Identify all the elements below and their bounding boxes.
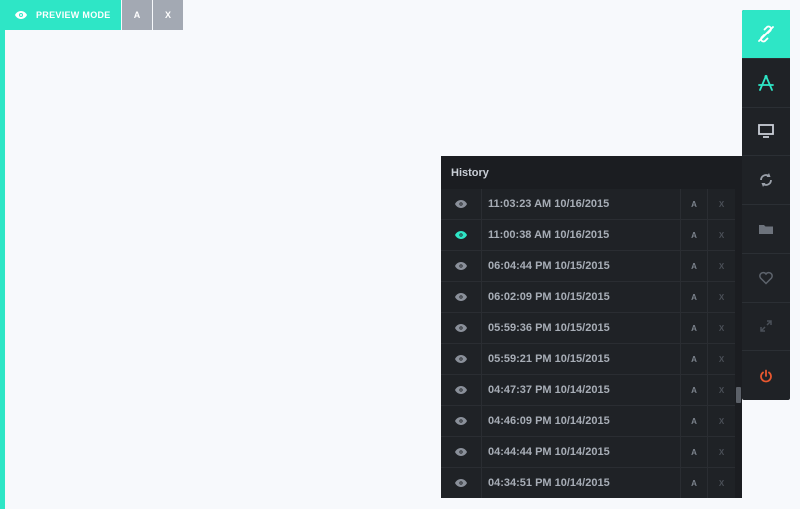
tool-sync[interactable] bbox=[742, 156, 790, 205]
preview-mode-button[interactable]: PREVIEW MODE bbox=[5, 0, 121, 30]
compass-icon bbox=[758, 74, 774, 91]
history-row[interactable]: 06:04:44 PM 10/15/2015 A X bbox=[441, 251, 735, 282]
history-preview-button[interactable] bbox=[441, 220, 482, 250]
history-preview-button[interactable] bbox=[441, 282, 482, 312]
history-timestamp: 04:46:09 PM 10/14/2015 bbox=[482, 406, 681, 436]
tool-unlink[interactable] bbox=[742, 10, 790, 59]
heart-icon bbox=[759, 271, 773, 285]
eye-icon bbox=[455, 200, 467, 208]
history-row[interactable]: 04:46:09 PM 10/14/2015 A X bbox=[441, 406, 735, 437]
history-preview-button[interactable] bbox=[441, 189, 482, 219]
folder-icon bbox=[759, 224, 773, 234]
eye-icon bbox=[455, 324, 467, 332]
eye-icon bbox=[455, 262, 467, 270]
history-a-button[interactable]: A bbox=[681, 189, 708, 219]
history-row[interactable]: 11:00:38 AM 10/16/2015 A X bbox=[441, 220, 735, 251]
history-timestamp: 11:00:38 AM 10/16/2015 bbox=[482, 220, 681, 250]
preview-mode-label: PREVIEW MODE bbox=[36, 10, 111, 20]
history-a-button[interactable]: A bbox=[681, 344, 708, 374]
history-preview-button[interactable] bbox=[441, 468, 482, 498]
monitor-icon bbox=[758, 124, 774, 139]
history-delete-button[interactable]: X bbox=[708, 189, 735, 219]
history-preview-button[interactable] bbox=[441, 406, 482, 436]
history-a-button[interactable]: A bbox=[681, 468, 708, 498]
tool-expand[interactable] bbox=[742, 303, 790, 352]
history-a-button[interactable]: A bbox=[681, 220, 708, 250]
eye-icon bbox=[455, 417, 467, 425]
history-row[interactable]: 04:44:44 PM 10/14/2015 A X bbox=[441, 437, 735, 468]
history-scroll-thumb[interactable] bbox=[736, 387, 741, 403]
preview-close-button[interactable]: X bbox=[153, 0, 183, 30]
preview-bar: PREVIEW MODE A X bbox=[5, 0, 183, 30]
history-delete-button[interactable]: X bbox=[708, 344, 735, 374]
history-row[interactable]: 04:34:51 PM 10/14/2015 A X bbox=[441, 468, 735, 498]
history-preview-button[interactable] bbox=[441, 375, 482, 405]
history-title: History bbox=[451, 166, 489, 179]
history-a-button[interactable]: A bbox=[681, 437, 708, 467]
history-delete-button[interactable]: X bbox=[708, 313, 735, 343]
history-delete-button[interactable]: X bbox=[708, 406, 735, 436]
history-delete-button[interactable]: X bbox=[708, 468, 735, 498]
preview-a-button[interactable]: A bbox=[122, 0, 152, 30]
history-preview-button[interactable] bbox=[441, 344, 482, 374]
eye-icon bbox=[15, 11, 27, 19]
history-a-button[interactable]: A bbox=[681, 406, 708, 436]
history-preview-button[interactable] bbox=[441, 437, 482, 467]
history-a-button[interactable]: A bbox=[681, 375, 708, 405]
expand-icon bbox=[760, 320, 772, 333]
eye-icon bbox=[455, 231, 467, 239]
history-row[interactable]: 11:03:23 AM 10/16/2015 A X bbox=[441, 189, 735, 220]
left-accent-bar bbox=[0, 0, 5, 509]
history-delete-button[interactable]: X bbox=[708, 220, 735, 250]
history-row[interactable]: 05:59:21 PM 10/15/2015 A X bbox=[441, 344, 735, 375]
history-scrollbar[interactable] bbox=[735, 189, 742, 498]
tool-heart[interactable] bbox=[742, 254, 790, 303]
eye-icon bbox=[455, 386, 467, 394]
right-toolbar bbox=[742, 10, 790, 400]
history-delete-button[interactable]: X bbox=[708, 251, 735, 281]
history-a-button[interactable]: A bbox=[681, 282, 708, 312]
history-timestamp: 06:02:09 PM 10/15/2015 bbox=[482, 282, 681, 312]
history-timestamp: 06:04:44 PM 10/15/2015 bbox=[482, 251, 681, 281]
history-timestamp: 11:03:23 AM 10/16/2015 bbox=[482, 189, 681, 219]
tool-folder[interactable] bbox=[742, 205, 790, 254]
history-row[interactable]: 05:59:36 PM 10/15/2015 A X bbox=[441, 313, 735, 344]
history-delete-button[interactable]: X bbox=[708, 437, 735, 467]
history-timestamp: 05:59:36 PM 10/15/2015 bbox=[482, 313, 681, 343]
history-timestamp: 05:59:21 PM 10/15/2015 bbox=[482, 344, 681, 374]
history-panel: History 11:03:23 AM 10/16/2015 A X 11:00:38… bbox=[441, 156, 742, 498]
history-delete-button[interactable]: X bbox=[708, 375, 735, 405]
history-row[interactable]: 04:47:37 PM 10/14/2015 A X bbox=[441, 375, 735, 406]
eye-icon bbox=[455, 293, 467, 301]
sync-icon bbox=[760, 173, 772, 188]
tool-compass[interactable] bbox=[742, 59, 790, 108]
eye-icon bbox=[455, 479, 467, 487]
history-a-button[interactable]: A bbox=[681, 313, 708, 343]
history-timestamp: 04:34:51 PM 10/14/2015 bbox=[482, 468, 681, 498]
history-timestamp: 04:47:37 PM 10/14/2015 bbox=[482, 375, 681, 405]
history-a-button[interactable]: A bbox=[681, 251, 708, 281]
power-icon bbox=[760, 369, 772, 383]
tool-power[interactable] bbox=[742, 351, 790, 400]
history-preview-button[interactable] bbox=[441, 313, 482, 343]
eye-icon bbox=[455, 355, 467, 363]
history-row[interactable]: 06:02:09 PM 10/15/2015 A X bbox=[441, 282, 735, 313]
history-delete-button[interactable]: X bbox=[708, 282, 735, 312]
tool-monitor[interactable] bbox=[742, 108, 790, 157]
eye-icon bbox=[455, 448, 467, 456]
history-preview-button[interactable] bbox=[441, 251, 482, 281]
unlink-icon bbox=[758, 25, 774, 43]
history-timestamp: 04:44:44 PM 10/14/2015 bbox=[482, 437, 681, 467]
history-list: 11:03:23 AM 10/16/2015 A X 11:00:38 AM 10/1… bbox=[441, 189, 735, 498]
